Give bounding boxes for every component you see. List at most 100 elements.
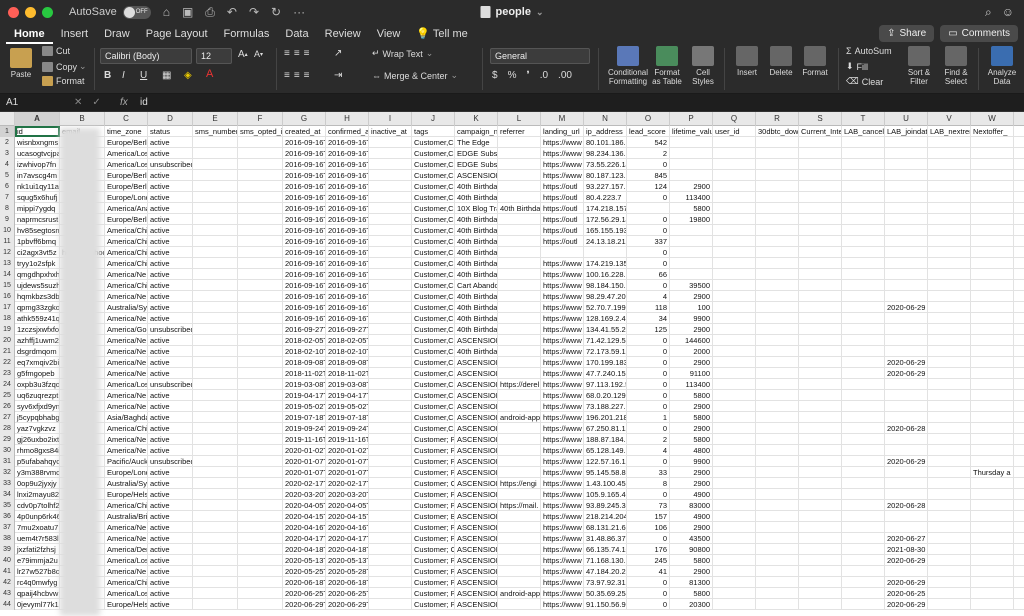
grid-cell[interactable]: https://www bbox=[541, 379, 584, 390]
grid-cell[interactable] bbox=[756, 368, 799, 379]
grid-cell[interactable]: America/Ne bbox=[105, 269, 148, 280]
grid-cell[interactable]: 2900 bbox=[670, 357, 713, 368]
grid-cell[interactable]: active bbox=[148, 148, 193, 159]
row-header[interactable]: 15 bbox=[0, 280, 15, 291]
grid-cell[interactable] bbox=[799, 269, 842, 280]
grid-cell[interactable]: squg5x6hufj bbox=[15, 192, 60, 203]
row-header[interactable]: 12 bbox=[0, 247, 15, 258]
grid-cell[interactable] bbox=[713, 181, 756, 192]
grid-cell[interactable]: Customer,Cu bbox=[412, 137, 455, 148]
grid-cell[interactable] bbox=[369, 335, 412, 346]
grid-cell[interactable] bbox=[627, 203, 670, 214]
grid-cell[interactable]: j5cypqbhabg bbox=[15, 412, 60, 423]
grid-cell[interactable]: Customer,Cu bbox=[412, 258, 455, 269]
grid-cell[interactable] bbox=[756, 324, 799, 335]
grid-cell[interactable]: 80.187.123.1 bbox=[584, 170, 627, 181]
grid-cell[interactable] bbox=[971, 181, 1014, 192]
grid-cell[interactable] bbox=[756, 533, 799, 544]
grid-cell[interactable]: https://www bbox=[541, 269, 584, 280]
grid-cell[interactable]: ASCENSION - Bought Cour bbox=[455, 522, 498, 533]
grid-cell[interactable]: America/Ne bbox=[105, 401, 148, 412]
grid-cell[interactable]: https://outl bbox=[541, 236, 584, 247]
grid-cell[interactable] bbox=[756, 412, 799, 423]
row-header[interactable]: 17 bbox=[0, 302, 15, 313]
grid-cell[interactable]: 2016-09-16T10:48:54-04 bbox=[326, 192, 369, 203]
grid-cell[interactable] bbox=[928, 159, 971, 170]
grid-cell[interactable] bbox=[885, 511, 928, 522]
grid-cell[interactable]: 4 bbox=[627, 291, 670, 302]
grid-cell[interactable] bbox=[193, 522, 238, 533]
grid-cell[interactable] bbox=[670, 236, 713, 247]
row-header[interactable]: 10 bbox=[0, 225, 15, 236]
grid-cell[interactable] bbox=[928, 247, 971, 258]
grid-cell[interactable]: https://www bbox=[541, 555, 584, 566]
grid-cell[interactable]: 2900 bbox=[670, 324, 713, 335]
grid-cell[interactable] bbox=[193, 478, 238, 489]
grid-cell[interactable] bbox=[885, 324, 928, 335]
grid-cell[interactable] bbox=[885, 170, 928, 181]
grid-cell[interactable] bbox=[799, 214, 842, 225]
grid-cell[interactable] bbox=[498, 434, 541, 445]
grid-cell[interactable]: 40th Birthday,ASCENSION bbox=[455, 192, 498, 203]
grid-cell[interactable]: https://www bbox=[541, 500, 584, 511]
grid-cell[interactable]: ASCENSION - Bought Cour bbox=[455, 566, 498, 577]
grid-cell[interactable]: Current_Inte bbox=[799, 126, 842, 137]
grid-cell[interactable] bbox=[713, 434, 756, 445]
grid-cell[interactable] bbox=[885, 236, 928, 247]
grid-cell[interactable] bbox=[193, 412, 238, 423]
grid-cell[interactable] bbox=[369, 236, 412, 247]
grid-cell[interactable] bbox=[928, 533, 971, 544]
row-header[interactable]: 28 bbox=[0, 423, 15, 434]
grid-cell[interactable]: 172.56.29.14 bbox=[584, 214, 627, 225]
grid-cell[interactable]: 188.87.184.9 bbox=[584, 434, 627, 445]
grid-cell[interactable] bbox=[756, 390, 799, 401]
grid-cell[interactable]: 2016-09-16T bbox=[283, 137, 326, 148]
grid-cell[interactable]: Customer,Cu bbox=[412, 181, 455, 192]
grid-cell[interactable] bbox=[842, 467, 885, 478]
grid-cell[interactable]: active bbox=[148, 489, 193, 500]
redo-icon[interactable]: ↷ bbox=[249, 5, 259, 20]
grid-cell[interactable]: 2019-05-02T03:55:26-04 bbox=[326, 401, 369, 412]
grid-cell[interactable]: 2020-04-15T bbox=[283, 511, 326, 522]
column-header-i[interactable]: I bbox=[369, 112, 412, 126]
insert-cells-button[interactable]: Insert bbox=[732, 46, 762, 77]
grid-cell[interactable]: active bbox=[148, 500, 193, 511]
grid-cell[interactable]: America/Ne bbox=[105, 346, 148, 357]
grid-cell[interactable] bbox=[928, 335, 971, 346]
grid-cell[interactable]: LAB_joindate bbox=[885, 126, 928, 137]
grid-cell[interactable]: America/Chi bbox=[105, 500, 148, 511]
grid-cell[interactable]: 2020-06-29 12:35:58 +0000 bbox=[885, 555, 928, 566]
grid-cell[interactable]: 98.234.136.1 bbox=[584, 148, 627, 159]
grid-cell[interactable]: 2020-04-17T bbox=[283, 533, 326, 544]
row-header[interactable]: 3 bbox=[0, 148, 15, 159]
grid-cell[interactable] bbox=[885, 203, 928, 214]
grid-cell[interactable] bbox=[971, 478, 1014, 489]
grid-cell[interactable]: Customer,Cu bbox=[412, 357, 455, 368]
grid-cell[interactable]: https://www bbox=[541, 456, 584, 467]
grid-cell[interactable]: 2019-03-08T16:08:24-05 bbox=[326, 379, 369, 390]
grid-cell[interactable] bbox=[713, 379, 756, 390]
grid-cell[interactable]: ASCENSION - Upgrade to bbox=[455, 390, 498, 401]
grid-cell[interactable]: America/Ne bbox=[105, 445, 148, 456]
grid-cell[interactable] bbox=[756, 203, 799, 214]
grid-cell[interactable]: 2018-09-08T10:41:44-04 bbox=[326, 357, 369, 368]
grid-cell[interactable] bbox=[842, 148, 885, 159]
grid-cell[interactable] bbox=[713, 489, 756, 500]
grid-cell[interactable]: 2019-04-17T bbox=[283, 390, 326, 401]
grid-cell[interactable]: 40th Birthday,ASCENSION bbox=[455, 181, 498, 192]
grid-cell[interactable] bbox=[756, 379, 799, 390]
grid-cell[interactable] bbox=[713, 247, 756, 258]
grid-cell[interactable]: in7avscg4m bbox=[15, 170, 60, 181]
grid-cell[interactable] bbox=[842, 478, 885, 489]
grid-cell[interactable] bbox=[971, 401, 1014, 412]
grid-cell[interactable]: Customer; P bbox=[412, 456, 455, 467]
grid-cell[interactable] bbox=[971, 588, 1014, 599]
grid-cell[interactable] bbox=[842, 214, 885, 225]
grid-cell[interactable]: Customer,Cu bbox=[412, 225, 455, 236]
grid-cell[interactable]: naprmcsrust bbox=[15, 214, 60, 225]
grid-cell[interactable]: Customer,Cu bbox=[412, 390, 455, 401]
grid-cell[interactable]: https://www bbox=[541, 434, 584, 445]
print-icon[interactable]: ⎙ bbox=[205, 5, 215, 20]
grid-cell[interactable]: 2020-03-20T bbox=[283, 489, 326, 500]
grid-cell[interactable] bbox=[885, 401, 928, 412]
